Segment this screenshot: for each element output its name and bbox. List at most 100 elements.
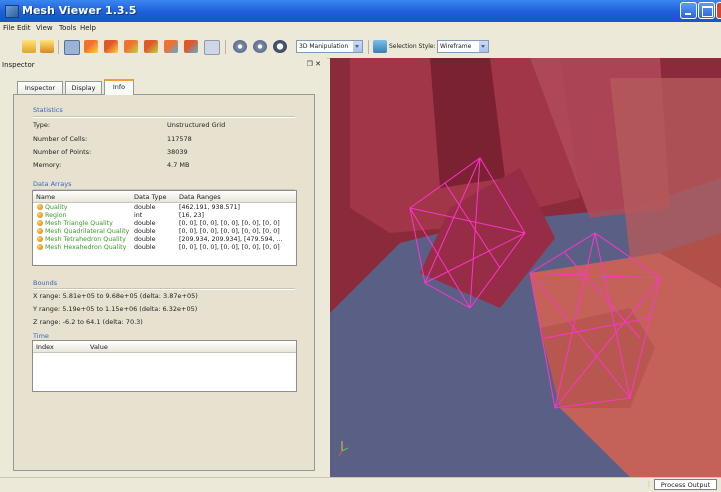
table-row[interactable]: Mesh Hexahedron Quality double [0, 0], [… <box>33 244 296 251</box>
table-row[interactable]: Region int [16, 23] <box>33 212 296 219</box>
refresh-icon[interactable] <box>273 40 287 53</box>
toolbar: 3D Manipulation Selection Style: Wirefra… <box>0 36 721 59</box>
column-data-ranges[interactable]: Data Ranges <box>179 193 221 201</box>
view-pos-z-icon[interactable] <box>164 40 178 53</box>
toolbar-separator <box>58 40 59 54</box>
maximize-button[interactable] <box>698 2 715 19</box>
menu-help[interactable]: Help <box>80 24 96 32</box>
data-arrays-heading: Data Arrays <box>33 180 72 188</box>
chevron-down-icon <box>353 41 362 52</box>
z-range-text: Z range: -6.2 to 64.1 (delta: 70.3) <box>33 318 143 326</box>
inspector-header: Inspector ❐ ✕ <box>0 60 327 71</box>
view-pos-y-icon[interactable] <box>124 40 138 53</box>
array-type: double <box>134 220 156 227</box>
close-button[interactable] <box>716 2 721 19</box>
table-row[interactable]: Mesh Tetrahedron Quality double [209.934… <box>33 236 296 243</box>
inspector-panel: Inspector ❐ ✕ Inspector Display Info Sta… <box>0 58 327 477</box>
rotate-right-icon[interactable] <box>253 40 267 53</box>
float-close-icon[interactable]: ❐ ✕ <box>307 60 321 68</box>
table-row[interactable]: Quality double [462.191, 938.571] <box>33 204 296 211</box>
open-folder-icon[interactable] <box>22 40 36 53</box>
inspector-title: Inspector <box>2 61 35 69</box>
table-row[interactable]: Mesh Triangle Quality double [0, 0], [0,… <box>33 220 296 227</box>
array-range: [462.191, 938.571] <box>179 204 240 211</box>
array-range: [0, 0], [0, 0], [0, 0], [0, 0], [0, 0] <box>179 228 280 235</box>
array-range: [16, 23] <box>179 212 204 219</box>
pick-center-icon[interactable] <box>204 40 220 55</box>
render-view-3d[interactable] <box>330 58 721 477</box>
array-name: Mesh Tetrahedron Quality <box>45 236 126 243</box>
stat-type-value: Unstructured Grid <box>167 121 226 129</box>
array-range: [209.934, 209.934], [479.594, ... <box>179 236 283 243</box>
menu-edit[interactable]: Edit <box>17 24 31 32</box>
cell-data-icon <box>37 228 43 234</box>
time-table[interactable]: Index Value <box>32 340 297 392</box>
stat-cells-value: 117578 <box>167 135 192 143</box>
selection-style-value: Wireframe <box>440 43 472 50</box>
window-title: Mesh Viewer 1.3.5 <box>22 4 137 17</box>
array-type: double <box>134 204 156 211</box>
toolbar-separator <box>225 40 226 54</box>
column-value[interactable]: Value <box>90 343 108 351</box>
view-neg-z-icon[interactable] <box>184 40 198 53</box>
array-name: Quality <box>45 204 68 211</box>
selection-style-icon <box>373 40 387 53</box>
cell-data-icon <box>37 236 43 242</box>
toolbar-separator <box>368 40 369 54</box>
array-type: int <box>134 212 143 219</box>
time-heading: Time <box>33 332 49 340</box>
resize-grip-icon: ⋮ <box>646 481 652 488</box>
array-name: Mesh Triangle Quality <box>45 220 113 227</box>
stat-points-label: Number of Points: <box>33 148 92 156</box>
divider <box>33 288 295 290</box>
data-arrays-table: Name Data Type Data Ranges Quality doubl… <box>32 190 297 266</box>
array-name: Mesh Hexahedron Quality <box>45 244 127 251</box>
bounds-heading: Bounds <box>33 279 58 287</box>
menu-bar: File Edit View Tools Help <box>0 22 721 36</box>
menu-tools[interactable]: Tools <box>59 24 76 32</box>
rotate-left-icon[interactable] <box>233 40 247 53</box>
cell-data-icon <box>37 204 43 210</box>
view-pos-x-icon[interactable] <box>84 40 98 53</box>
table-row[interactable]: Mesh Quadrilateral Quality double [0, 0]… <box>33 228 296 235</box>
stat-memory-value: 4.7 MB <box>167 161 190 169</box>
array-type: double <box>134 228 156 235</box>
table-header: Name Data Type Data Ranges <box>33 191 296 203</box>
tab-display[interactable]: Display <box>65 81 102 94</box>
column-data-type[interactable]: Data Type <box>134 193 167 201</box>
recent-folder-icon[interactable] <box>40 40 54 53</box>
divider <box>33 116 295 118</box>
selection-style-dropdown[interactable]: Wireframe <box>437 40 489 53</box>
cell-data-icon <box>37 220 43 226</box>
stat-type-label: Type: <box>33 121 51 129</box>
tab-inspector[interactable]: Inspector <box>17 81 63 94</box>
interaction-mode-value: 3D Manipulation <box>299 43 349 50</box>
selection-style-label: Selection Style: <box>389 43 436 50</box>
array-type: double <box>134 236 156 243</box>
interaction-mode-dropdown[interactable]: 3D Manipulation <box>296 40 363 53</box>
array-range: [0, 0], [0, 0], [0, 0], [0, 0], [0, 0] <box>179 244 280 251</box>
column-index[interactable]: Index <box>36 343 54 351</box>
status-bar: ⋮ Process Output <box>0 477 721 492</box>
minimize-button[interactable] <box>680 2 697 19</box>
column-name[interactable]: Name <box>36 193 55 201</box>
reset-camera-icon[interactable] <box>64 40 80 55</box>
tab-info[interactable]: Info <box>104 79 134 95</box>
menu-file[interactable]: File <box>3 24 15 32</box>
stat-memory-label: Memory: <box>33 161 62 169</box>
view-neg-y-icon[interactable] <box>144 40 158 53</box>
array-range: [0, 0], [0, 0], [0, 0], [0, 0], [0, 0] <box>179 220 280 227</box>
orientation-axes-icon <box>338 441 349 457</box>
array-type: double <box>134 244 156 251</box>
process-output-button[interactable]: Process Output <box>654 479 717 490</box>
x-range-text: X range: 5.81e+05 to 9.68e+05 (delta: 3.… <box>33 292 198 300</box>
statistics-heading: Statistics <box>33 106 63 114</box>
cell-data-icon <box>37 212 43 218</box>
cell-data-icon <box>37 244 43 250</box>
view-neg-x-icon[interactable] <box>104 40 118 53</box>
app-icon <box>5 5 19 18</box>
menu-view[interactable]: View <box>36 24 53 32</box>
table-header: Index Value <box>33 341 296 353</box>
array-name: Mesh Quadrilateral Quality <box>45 228 130 235</box>
y-range-text: Y range: 5.19e+05 to 1.15e+06 (delta: 6.… <box>33 305 198 313</box>
